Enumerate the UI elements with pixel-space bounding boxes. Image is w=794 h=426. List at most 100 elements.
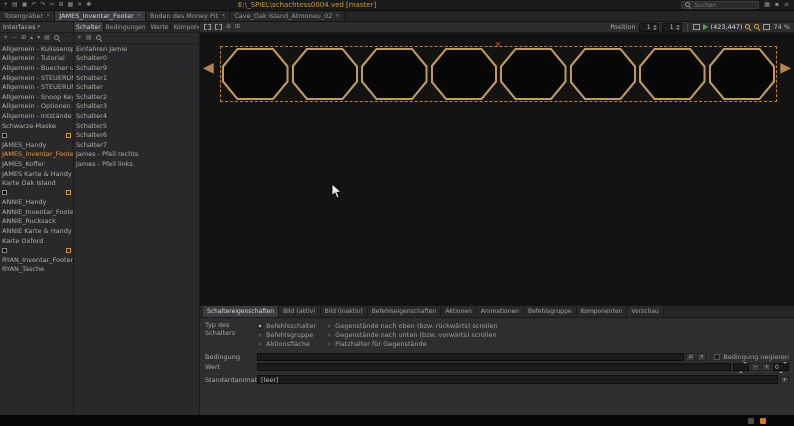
marquee-select-icon[interactable] (204, 24, 211, 30)
stepper-arrows-icon[interactable] (675, 25, 681, 30)
inventory-slot[interactable] (361, 48, 428, 100)
tab-animationen[interactable]: Animationen (477, 306, 524, 317)
interface-list-item[interactable]: Allgemein - Intstände (0, 111, 73, 121)
button-list-item[interactable]: Schalter0 (74, 54, 199, 64)
tab-befehlsgruppe[interactable]: Befehlsgruppe (524, 306, 577, 317)
tab-schalter[interactable]: Schalter (74, 22, 104, 32)
add-interface-icon[interactable]: + (3, 35, 8, 41)
add-button-icon[interactable]: + (77, 35, 82, 41)
move-down-icon[interactable]: ▾ (37, 35, 40, 41)
search-icon[interactable] (96, 35, 102, 41)
grid-tool-icon[interactable]: ⊞ (235, 24, 240, 30)
scroll-right-arrow[interactable]: ▶ (780, 61, 791, 75)
interface-list-item[interactable]: ANNIE_Inventar_Footer (0, 207, 73, 217)
open-icon[interactable]: ▤ (12, 2, 18, 8)
button-type-option[interactable]: Gegenstände nach oben (bzw. rückwärts) s… (326, 321, 497, 330)
tab-aktionen[interactable]: Aktionen (441, 306, 477, 317)
interface-list-item[interactable]: ANNIE Karte & Handy (0, 226, 73, 236)
stepper-arrows-icon[interactable] (652, 25, 658, 30)
play-button[interactable] (703, 24, 708, 30)
scene-canvas[interactable]: ◀ (200, 33, 794, 305)
alert-icon[interactable] (760, 418, 766, 424)
close-tab-icon[interactable]: ✕ (137, 13, 141, 19)
interface-list-item[interactable]: Allgemein - Kulissensprung (0, 44, 73, 54)
close-tab-icon[interactable]: ✕ (221, 13, 225, 19)
inventory-slot[interactable] (292, 48, 359, 100)
search-icon[interactable] (54, 35, 60, 41)
button-list-item[interactable]: Schalter7 (74, 140, 199, 150)
zoom-in-icon[interactable] (745, 24, 751, 30)
stepper-arrows-icon[interactable] (779, 364, 787, 371)
interface-list-item[interactable]: RYAN_Tasche (0, 265, 73, 275)
settings-icon[interactable]: ✱ (86, 2, 91, 8)
tab-totengraeber[interactable]: Totengräber ✕ (0, 11, 55, 21)
button-type-option[interactable]: Gegenstände nach unten (bzw. vorwärts) s… (326, 330, 497, 339)
save-icon[interactable]: ▣ (22, 2, 28, 8)
button-list-item[interactable]: Schalter (74, 82, 199, 92)
tab-bild-aktiv[interactable]: Bild (aktiv) (279, 306, 321, 317)
close-tab-icon[interactable]: ✕ (46, 13, 50, 19)
zoom-out-icon[interactable] (754, 24, 760, 30)
button-list-item[interactable]: Schalter2 (74, 92, 199, 102)
tab-komponenten-props[interactable]: Komponenten (577, 306, 628, 317)
interface-list-item[interactable]: Karte Oak Island (0, 178, 73, 188)
interfaces-dropdown[interactable]: Interfaces ▾ (0, 22, 73, 33)
undo-icon[interactable]: ↶ (31, 2, 36, 8)
button-list-item[interactable]: Einfahren Jamie (74, 44, 199, 54)
dropdown-arrow-icon[interactable]: ▾ (780, 376, 789, 384)
button-type-option[interactable]: Platzhalter für Gegenstände (326, 339, 497, 348)
inventory-slot[interactable] (570, 48, 637, 100)
tab-cave-oak-island-atmoneu-02[interactable]: Cave_Oak Island_Atmoneu_02 ✕ (230, 11, 344, 21)
fit-view-icon[interactable] (693, 24, 700, 30)
interface-list-item[interactable]: Schwarze-Maske (0, 121, 73, 131)
interface-list-item[interactable]: RYAN_Inventar_Footer (0, 255, 73, 265)
paste-icon[interactable]: ▦ (68, 2, 74, 8)
inventory-slot[interactable] (431, 48, 498, 100)
interface-list-item[interactable]: JAMES Karte & Handy (0, 169, 73, 179)
inventory-slot[interactable] (639, 48, 706, 100)
edit-marker-icon[interactable] (66, 248, 71, 253)
interface-list-item[interactable]: Allgemein - STEUERUNG CON (0, 73, 73, 83)
interface-list-item[interactable]: Allgemein - Optionen (0, 102, 73, 112)
stepper-arrows-icon[interactable] (739, 364, 747, 371)
interface-list-item[interactable] (0, 245, 73, 255)
scroll-left-arrow[interactable]: ◀ (203, 61, 214, 75)
tab-james-inventar-footer[interactable]: JAMES_Inventar_Footer ✕ (55, 11, 146, 21)
value-stepper[interactable] (733, 363, 749, 371)
interface-list-item[interactable]: Allgemein - Snoop Key Menu (0, 92, 73, 102)
condition-negate-checkbox[interactable] (714, 354, 720, 360)
add-region-icon[interactable] (215, 24, 222, 30)
edit-marker-icon[interactable] (66, 133, 71, 138)
new-icon[interactable]: + (3, 2, 8, 8)
tab-vorschau[interactable]: Vorschau (627, 306, 663, 317)
value-extra-stepper[interactable]: 0 (773, 363, 789, 371)
interface-list-item[interactable]: Karte Oxford (0, 236, 73, 246)
filter-icon[interactable]: ▤ (44, 35, 50, 41)
close-tab-icon[interactable]: ✕ (335, 13, 339, 19)
button-list-item[interactable]: Schalter5 (74, 121, 199, 131)
remove-interface-icon[interactable]: − (12, 35, 17, 41)
interface-list-item[interactable]: JAMES_Koffer (0, 159, 73, 169)
position-x-stepper[interactable]: 1 (639, 23, 659, 32)
notifications-icon[interactable]: ▪ (775, 2, 779, 8)
search-input[interactable]: Suchen (681, 1, 759, 9)
standard-animation-select[interactable]: [leer] (257, 375, 778, 384)
filter-icon[interactable]: ▤ (86, 35, 92, 41)
interface-list-item[interactable]: Allgemein - STEUERUNG (0, 82, 73, 92)
button-list-item[interactable]: Schalter4 (74, 111, 199, 121)
condition-clear-icon[interactable]: ✕ (697, 353, 706, 361)
interface-list-item[interactable]: Allgemein - Tutorial (0, 54, 73, 64)
move-tool-icon[interactable]: ⊕ (226, 24, 231, 30)
tab-schaltereigenschaften[interactable]: Schaltereigenschaften (203, 306, 279, 317)
layout-icon[interactable]: ▦ (764, 2, 770, 8)
button-list-item[interactable]: Schalter6 (74, 130, 199, 140)
tab-bedingungen[interactable]: Bedingungen (104, 22, 149, 32)
log-icon[interactable] (748, 418, 754, 424)
interface-list-item[interactable]: JAMES_Handy (0, 140, 73, 150)
button-list-item[interactable]: Schalter9 (74, 63, 199, 73)
button-type-option[interactable]: Befehlsgruppe (257, 330, 316, 339)
zoom-reset-icon[interactable] (763, 24, 770, 30)
interface-list-item[interactable]: JAMES_Inventar_Footer (0, 150, 73, 160)
tab-befehlseigenschaften[interactable]: Befehlseigenschaften (368, 306, 442, 317)
button-type-option[interactable]: Befehlsschalter (257, 321, 316, 330)
